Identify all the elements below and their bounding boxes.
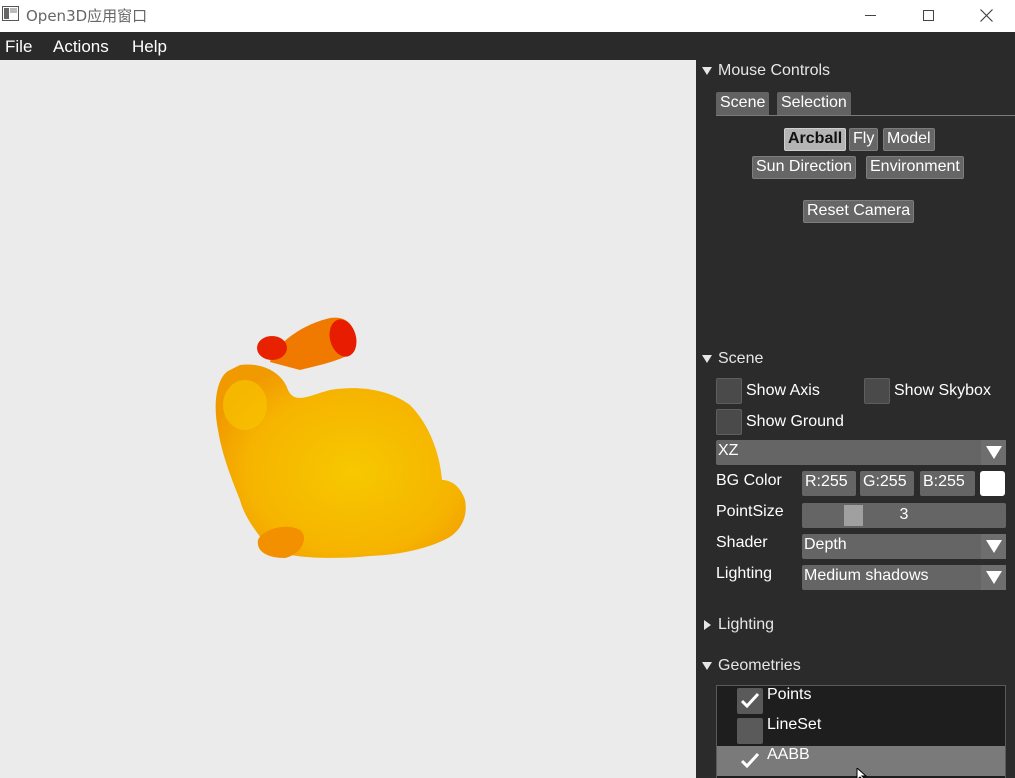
geometry-label: AABB: [767, 746, 810, 763]
expand-triangle-icon: [702, 662, 712, 670]
lineset-checkbox[interactable]: [737, 718, 763, 744]
shader-label: Shader: [716, 534, 768, 551]
maximize-icon: [922, 10, 934, 21]
lighting-label: Lighting: [716, 565, 773, 582]
bg-color-b-field[interactable]: B:255: [920, 471, 975, 496]
lighting-header[interactable]: Lighting: [702, 616, 774, 634]
arcball-button[interactable]: Arcball: [784, 128, 847, 151]
scene-header[interactable]: Scene: [702, 350, 763, 368]
bunny-ear-front: [257, 336, 287, 360]
window-title: Open3D应用窗口: [26, 7, 148, 25]
check-icon: [741, 693, 759, 708]
mouse-controls-title: Mouse Controls: [718, 62, 831, 79]
minimize-icon: [864, 15, 876, 16]
point-size-label: PointSize: [716, 503, 784, 520]
lighting-value: Medium shadows: [804, 567, 929, 584]
point-size-value: 3: [899, 506, 909, 523]
model-button[interactable]: Model: [883, 128, 935, 151]
scene-title: Scene: [718, 350, 764, 367]
app-icon: [2, 6, 19, 21]
show-ground-label: Show Ground: [746, 413, 844, 430]
collapse-triangle-icon: [704, 620, 711, 630]
close-button[interactable]: [957, 0, 1015, 31]
environment-button[interactable]: Environment: [866, 156, 964, 179]
expand-triangle-icon: [702, 67, 712, 75]
fly-button[interactable]: Fly: [849, 128, 879, 151]
shader-select[interactable]: Depth: [802, 534, 1006, 559]
bg-color-label: BG Color: [716, 472, 782, 489]
menu-help[interactable]: Help: [132, 37, 167, 57]
bunny-model: [215, 317, 466, 558]
sun-direction-button[interactable]: Sun Direction: [752, 156, 857, 179]
geometry-label: LineSet: [767, 716, 822, 733]
list-item[interactable]: LineSet: [717, 716, 1005, 746]
reset-camera-button[interactable]: Reset Camera: [803, 200, 915, 223]
mouse-controls-header[interactable]: Mouse Controls: [702, 62, 830, 80]
tab-scene[interactable]: Scene: [716, 92, 770, 116]
menu-bar: File Actions Help: [0, 32, 1015, 60]
ground-plane-select[interactable]: XZ: [716, 440, 1006, 465]
show-skybox-label: Show Skybox: [894, 382, 991, 399]
shader-value: Depth: [804, 536, 847, 553]
minimize-button[interactable]: [841, 0, 899, 31]
lighting-select[interactable]: Medium shadows: [802, 565, 1006, 590]
dropdown-arrow-icon: [981, 440, 1006, 465]
point-size-slider[interactable]: 3: [802, 503, 1006, 528]
ground-plane-value: XZ: [718, 442, 739, 459]
dropdown-arrow-icon: [981, 565, 1006, 590]
tab-divider: [716, 115, 1015, 116]
show-axis-checkbox[interactable]: [716, 378, 742, 404]
expand-triangle-icon: [702, 355, 712, 363]
close-icon: [979, 9, 993, 22]
check-icon: [741, 753, 759, 768]
bg-color-r-field[interactable]: R:255: [802, 471, 856, 496]
tab-selection[interactable]: Selection: [777, 92, 851, 116]
geometry-label: Points: [767, 686, 812, 703]
show-skybox-checkbox[interactable]: [864, 378, 890, 404]
show-ground-checkbox[interactable]: [716, 409, 742, 435]
bg-color-g-field[interactable]: G:255: [860, 471, 914, 496]
geometries-header[interactable]: Geometries: [702, 657, 801, 675]
bg-color-swatch[interactable]: [980, 471, 1005, 496]
scene-viewport[interactable]: [0, 60, 696, 778]
geometries-list: Points LineSet AABB: [716, 685, 1006, 778]
title-bar: Open3D应用窗口: [0, 0, 1015, 31]
list-item[interactable]: Points: [717, 686, 1005, 716]
geometries-title: Geometries: [718, 657, 801, 674]
settings-panel: Mouse Controls Scene Selection Arcball F…: [696, 60, 1015, 778]
maximize-button[interactable]: [899, 0, 957, 31]
dropdown-arrow-icon: [981, 534, 1006, 559]
points-checkbox[interactable]: [737, 688, 763, 714]
mouse-cursor-icon: [856, 768, 868, 778]
menu-file[interactable]: File: [5, 37, 32, 57]
aabb-checkbox[interactable]: [737, 748, 763, 774]
menu-actions[interactable]: Actions: [53, 37, 109, 57]
bunny-head-highlight: [223, 380, 267, 430]
show-axis-label: Show Axis: [746, 382, 820, 399]
lighting-title: Lighting: [718, 616, 775, 633]
